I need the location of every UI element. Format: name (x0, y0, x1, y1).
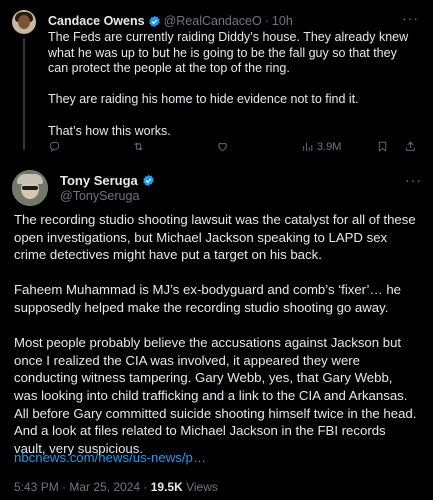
action-bar: 3.9M (48, 140, 420, 156)
post-paragraph: Most people probably believe the accusat… (14, 335, 417, 456)
verified-badge-icon (143, 174, 154, 187)
author-name[interactable]: Candace Owens (48, 14, 145, 28)
like-button[interactable] (216, 140, 229, 153)
post-paragraph: The Feds are currently raiding Diddy’s h… (48, 30, 409, 76)
main-post-text: The recording studio shooting lawsuit wa… (14, 211, 419, 475)
post-paragraph: Faheem Muhammad is MJ’s ex-bodyguard and… (14, 282, 402, 315)
author-handle[interactable]: @TonySeruga (60, 189, 139, 203)
post-paragraph: They are raiding his home to hide eviden… (48, 92, 359, 107)
author-name[interactable]: Tony Seruga (60, 173, 138, 188)
views-icon (303, 142, 313, 151)
article-link[interactable]: nbcnews.com/news/us-news/p… (14, 450, 206, 465)
main-post-header: Tony Seruga @TonySeruga ··· (12, 170, 422, 206)
post-meta: 5:43 PM · Mar 25, 2024 · 19.5K Views (14, 480, 218, 494)
share-button[interactable] (404, 140, 417, 153)
author-handle[interactable]: @RealCandaceO (164, 14, 262, 28)
author-name-row: Tony Seruga (60, 173, 158, 188)
reply-button[interactable] (48, 140, 61, 153)
parent-post-text: The Feds are currently raiding Diddy’s h… (48, 30, 420, 155)
thread-connector (23, 38, 25, 150)
bookmark-button[interactable] (376, 140, 389, 153)
bookmark-icon (378, 141, 387, 152)
avatar[interactable] (12, 10, 36, 34)
post-time[interactable]: 10h (272, 14, 293, 28)
parent-post-header: Candace Owens @RealCandaceO · 10h (48, 14, 293, 28)
reply-icon (49, 141, 60, 152)
post-timestamp[interactable]: 5:43 PM · Mar 25, 2024 · (14, 480, 151, 494)
separator: · (264, 14, 269, 28)
views-label: Views (182, 480, 218, 494)
post-paragraph: The recording studio shooting lawsuit wa… (14, 212, 416, 263)
views-count: 19.5K (150, 480, 183, 494)
views-button[interactable]: 3.9M (301, 140, 341, 153)
repost-button[interactable] (132, 140, 145, 153)
views-count: 3.9M (317, 140, 342, 153)
more-options-icon[interactable]: ··· (405, 172, 422, 188)
more-options-icon[interactable]: ··· (402, 10, 419, 26)
avatar[interactable] (12, 170, 48, 206)
like-icon (218, 142, 227, 152)
parent-post[interactable]: Candace Owens @RealCandaceO · 10h ··· Th… (0, 0, 433, 158)
share-icon (406, 141, 415, 151)
post-paragraph: That’s how this works. (48, 123, 171, 138)
repost-icon (134, 142, 143, 151)
verified-badge-icon (148, 15, 160, 27)
